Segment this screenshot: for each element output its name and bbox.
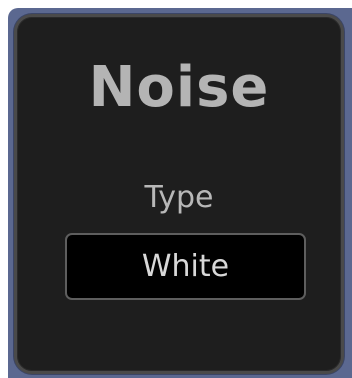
noise-type-value: White	[141, 248, 230, 284]
noise-type-selector[interactable]: White	[65, 233, 306, 300]
type-label: Type	[144, 180, 214, 215]
module-title: Noise	[88, 55, 270, 120]
noise-module-panel: Noise Type White	[14, 14, 344, 374]
